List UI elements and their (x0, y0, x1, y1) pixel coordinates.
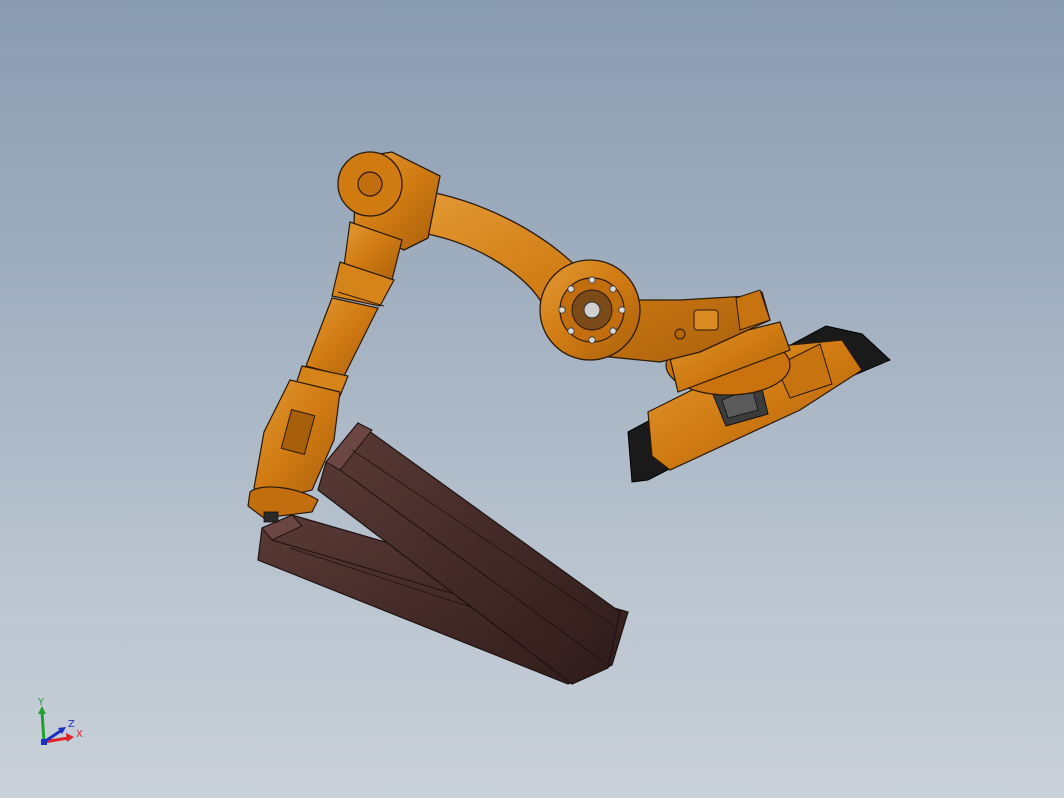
robot-model[interactable] (0, 0, 1064, 798)
triad-z-label: Z (68, 719, 75, 730)
forearm[interactable] (305, 221, 403, 377)
shoulder-joint[interactable] (539, 259, 641, 361)
triad-y-label: Y (38, 697, 45, 708)
coordinate-triad: Y X Z (30, 698, 90, 758)
gripper[interactable] (247, 486, 319, 523)
graphics-viewport[interactable]: Y X Z (0, 0, 1064, 798)
triad-x-label: X (76, 729, 83, 740)
